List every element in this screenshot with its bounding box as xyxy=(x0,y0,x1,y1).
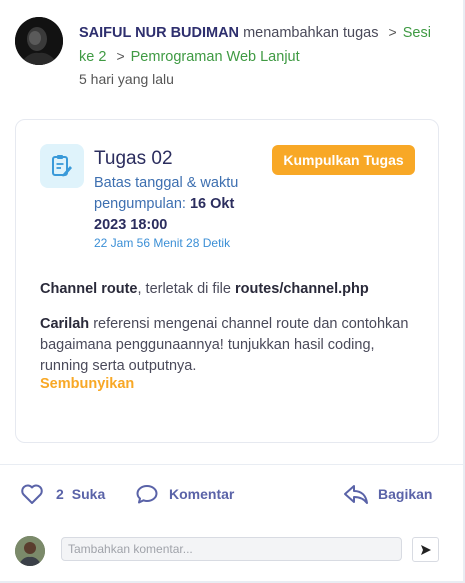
assignment-icon xyxy=(40,144,84,188)
submit-task-button[interactable]: Kumpulkan Tugas xyxy=(272,145,415,175)
post-timestamp: 5 hari yang lalu xyxy=(79,71,174,87)
like-count: 2 xyxy=(56,486,64,502)
author-avatar[interactable] xyxy=(15,17,63,65)
share-reply-icon xyxy=(344,485,368,504)
task-description-line2: Carilah referensi mengenai channel route… xyxy=(40,314,425,377)
current-user-avatar xyxy=(15,536,45,566)
task-title: Tugas 02 xyxy=(94,148,173,169)
task-card: Tugas 02 Kumpulkan Tugas Batas tanggal &… xyxy=(15,119,439,443)
task-description-line1: Channel route, terletak di file routes/c… xyxy=(40,279,420,300)
comment-icon xyxy=(136,485,158,504)
post-header: SAIFUL NUR BUDIMAN menambahkan tugas > Se… xyxy=(79,21,439,69)
divider xyxy=(0,464,463,465)
deadline-info: Batas tanggal & waktu pengumpulan: 16 Ok… xyxy=(94,173,264,236)
comment-input[interactable] xyxy=(61,537,402,561)
post-action: menambahkan tugas xyxy=(243,25,379,41)
hide-description-link[interactable]: Sembunyikan xyxy=(40,376,134,392)
desc-file-path: routes/channel.php xyxy=(235,281,369,297)
breadcrumb-course[interactable]: Pemrograman Web Lanjut xyxy=(131,49,300,65)
heart-icon xyxy=(21,484,43,504)
desc-bold-term: Channel route xyxy=(40,281,138,297)
desc-text: , terletak di file xyxy=(137,281,235,297)
author-name[interactable]: SAIFUL NUR BUDIMAN xyxy=(79,25,239,41)
like-button[interactable]: 2 Suka xyxy=(20,481,105,507)
share-button[interactable]: Bagikan xyxy=(343,481,432,507)
send-icon xyxy=(420,544,431,555)
comment-label: Komentar xyxy=(169,486,235,502)
comment-button[interactable]: Komentar xyxy=(135,481,234,507)
share-label: Bagikan xyxy=(378,486,433,502)
like-label: Suka xyxy=(71,486,106,502)
desc-bold-verb: Carilah xyxy=(40,316,90,332)
chevron-right-icon: > xyxy=(388,24,397,40)
countdown-timer: 22 Jam 56 Menit 28 Detik xyxy=(94,236,231,250)
chevron-right-icon: > xyxy=(116,48,125,64)
desc-text: referensi mengenai channel route dan con… xyxy=(40,316,409,374)
send-comment-button[interactable] xyxy=(412,537,439,562)
